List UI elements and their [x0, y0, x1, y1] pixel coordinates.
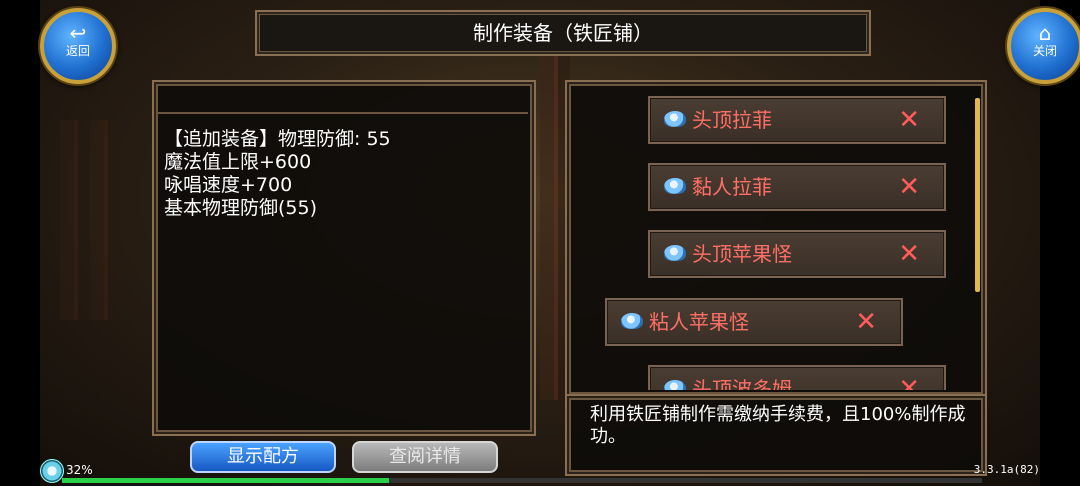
back-arrow-icon: ↩ — [69, 21, 87, 45]
equipment-description: 【追加装备】物理防御: 55 魔法值上限+600 咏唱速度+700 基本物理防御… — [164, 128, 524, 220]
remove-icon[interactable]: ✕ — [898, 98, 920, 142]
info-text: 利用铁匠铺制作需缴纳手续费，且100%制作成功。 — [590, 404, 966, 447]
material-item[interactable]: 粘人苹果怪 ✕ — [605, 298, 903, 346]
exp-fill — [62, 478, 389, 483]
material-name: 头顶拉菲 — [692, 108, 772, 132]
material-name: 头顶波多姆 — [692, 377, 792, 390]
panel-divider — [158, 112, 528, 114]
poring-icon — [664, 380, 686, 390]
remove-icon[interactable]: ✕ — [855, 300, 877, 344]
back-label: 返回 — [65, 44, 90, 58]
remove-icon[interactable]: ✕ — [898, 232, 920, 276]
description-line: 魔法值上限+600 — [164, 151, 312, 173]
poring-icon — [664, 245, 686, 261]
material-item[interactable]: 黏人拉菲 ✕ — [648, 163, 946, 211]
left-edge — [0, 0, 40, 486]
description-line: 【追加装备】物理防御: 55 — [164, 128, 391, 150]
material-name: 黏人拉菲 — [692, 175, 772, 199]
materials-list[interactable]: 头顶拉菲 ✕ 黏人拉菲 ✕ 头顶苹果怪 ✕ 粘人苹果怪 ✕ 头顶波多姆 ✕ — [570, 84, 974, 390]
version-label: 3.3.1a(82) — [973, 463, 1040, 476]
bookshelf-left — [60, 120, 120, 320]
home-icon: ⌂ — [1038, 21, 1052, 45]
poring-icon — [664, 178, 686, 194]
status-percent: 32% — [66, 463, 93, 477]
page-title: 制作装备（铁匠铺） — [255, 10, 871, 56]
material-item[interactable]: 头顶苹果怪 ✕ — [648, 230, 946, 278]
material-name: 粘人苹果怪 — [649, 310, 749, 334]
close-label: 关闭 — [1032, 44, 1057, 58]
battery-icon — [40, 459, 64, 483]
show-recipe-button[interactable]: 显示配方 — [190, 441, 336, 473]
description-line: 咏唱速度+700 — [164, 174, 293, 196]
exp-bar — [62, 478, 982, 483]
description-line: 基本物理防御(55) — [164, 197, 318, 219]
close-button[interactable]: ⌂ 关闭 — [1007, 8, 1080, 84]
material-item[interactable]: 头顶拉菲 ✕ — [648, 96, 946, 144]
remove-icon[interactable]: ✕ — [898, 165, 920, 209]
view-details-button[interactable]: 查阅详情 — [352, 441, 498, 473]
remove-icon[interactable]: ✕ — [898, 367, 920, 390]
poring-icon — [621, 313, 643, 329]
material-item[interactable]: 头顶波多姆 ✕ — [648, 365, 946, 390]
material-name: 头顶苹果怪 — [692, 242, 792, 266]
poring-icon — [664, 111, 686, 127]
back-button[interactable]: ↩ 返回 — [40, 8, 116, 84]
materials-scrollbar[interactable] — [975, 98, 980, 292]
